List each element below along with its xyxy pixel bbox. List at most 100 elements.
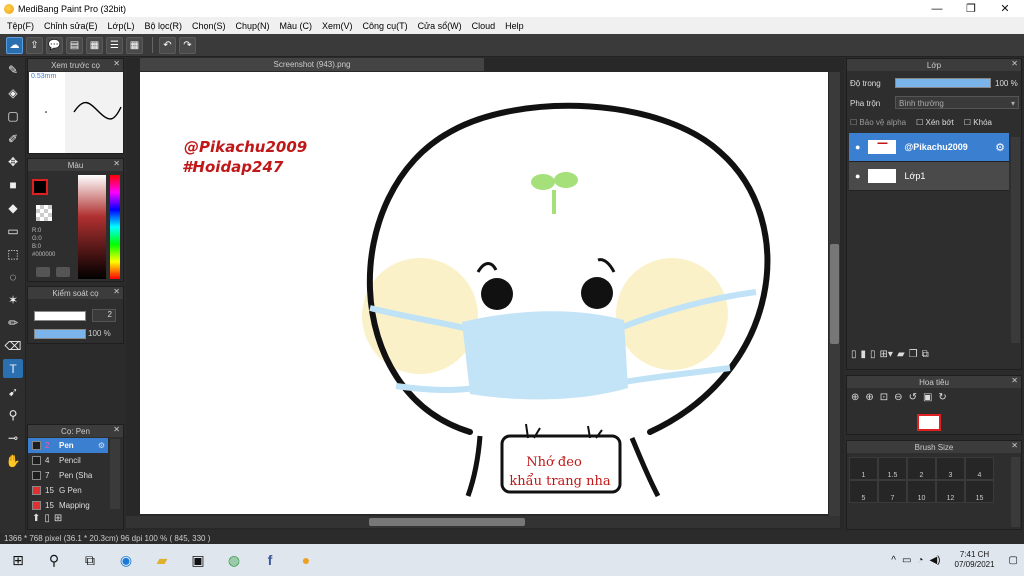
menu-file[interactable]: Tệp(F)	[2, 21, 39, 31]
panel-close-icon[interactable]: ✕	[113, 287, 120, 296]
document-tab[interactable]: Screenshot (943).png	[140, 58, 484, 71]
fill-rect-tool-icon[interactable]: ■	[3, 175, 23, 194]
dropper-icon[interactable]: ⊸	[3, 428, 23, 447]
text-tool-icon[interactable]: T	[3, 359, 23, 378]
select-rect-icon[interactable]: ⬚	[3, 244, 23, 263]
add-layer-menu-icon[interactable]: ⊞▾	[880, 349, 893, 360]
new-8bit-layer-icon[interactable]: ▯	[870, 349, 876, 360]
menu-window[interactable]: Cửa sổ(W)	[413, 21, 467, 31]
network-icon[interactable]: ◔	[917, 555, 923, 566]
zoom-in-icon[interactable]: ⊕	[851, 392, 859, 403]
clipping-checkbox[interactable]: ☐ Xén bớt	[916, 118, 954, 127]
clock[interactable]: 7:41 CH 07/09/2021	[955, 550, 995, 570]
layer-list-scrollbar[interactable]	[1011, 137, 1020, 343]
dot-tool-icon[interactable]: ✐	[3, 129, 23, 148]
canvas-horizontal-scrollbar[interactable]	[126, 516, 840, 528]
secondary-color-swatch[interactable]	[36, 205, 52, 221]
new-halftone-layer-icon[interactable]: ▮	[861, 349, 867, 360]
panel-close-icon[interactable]: ✕	[1011, 59, 1018, 68]
brush-size-cell[interactable]: 1.5	[878, 457, 907, 480]
brush-item[interactable]: 4 Pencil	[28, 453, 108, 468]
layer-item[interactable]: ● ▬▬ @Pikachu2009 ⚙	[849, 133, 1009, 162]
color-swap-button[interactable]	[56, 267, 70, 277]
menu-tools[interactable]: Công cụ(T)	[358, 21, 413, 31]
brush-list-scrollbar[interactable]	[110, 439, 120, 509]
scroll-thumb[interactable]	[369, 518, 525, 526]
panel-close-icon[interactable]: ✕	[113, 59, 120, 68]
hand-tool-icon[interactable]: ✋	[3, 451, 23, 470]
panel-close-icon[interactable]: ✕	[113, 425, 120, 434]
brush-item[interactable]: 7 Pen (Sha	[28, 468, 108, 483]
share-icon[interactable]: ⇪	[26, 36, 43, 54]
comment-icon[interactable]: 💬	[46, 36, 63, 54]
select-eraser-icon[interactable]: ⌫	[3, 336, 23, 355]
layer-opacity-slider[interactable]	[895, 78, 991, 88]
chrome-icon[interactable]: ◍	[216, 544, 252, 576]
menu-layer[interactable]: Lớp(L)	[103, 21, 140, 31]
rotate-right-icon[interactable]: ↻	[938, 392, 946, 403]
message-icon[interactable]: ▤	[66, 36, 83, 54]
move-tool-icon[interactable]: ✥	[3, 152, 23, 171]
brush-size-cell[interactable]: 4	[965, 457, 994, 480]
menu-select[interactable]: Chọn(S)	[187, 21, 231, 31]
brush-size-scrollbar[interactable]	[1011, 457, 1020, 527]
menu-cloud[interactable]: Cloud	[467, 21, 501, 31]
gear-icon[interactable]: ⚙	[98, 441, 105, 450]
lock-checkbox[interactable]: ☐ Khóa	[964, 118, 992, 127]
volume-icon[interactable]: ◀)	[929, 555, 940, 566]
file-explorer-icon[interactable]: ▰	[144, 544, 180, 576]
protect-alpha-checkbox[interactable]: ☐ Bảo vệ alpha	[850, 118, 906, 127]
search-icon[interactable]: ⚲	[36, 544, 72, 576]
color-mode-button[interactable]	[36, 267, 50, 277]
new-layer-icon[interactable]: ▯	[851, 349, 857, 360]
brush-size-cell[interactable]: 10	[907, 480, 936, 503]
undo-icon[interactable]: ↶	[159, 36, 176, 54]
brush-size-value[interactable]: 2	[92, 309, 116, 322]
layer-item[interactable]: ● Lớp1	[849, 162, 1009, 191]
edge-icon[interactable]: ◉	[108, 544, 144, 576]
menu-filter[interactable]: Bộ lọc(R)	[139, 21, 187, 31]
hue-slider[interactable]	[110, 175, 120, 279]
zoom-minus-icon[interactable]: ⊖	[894, 392, 902, 403]
blend-mode-select[interactable]: Bình thường ▾	[895, 96, 1019, 109]
brush-cloud-icon[interactable]: ⬆	[32, 513, 40, 524]
brush-size-cell[interactable]: 1	[849, 457, 878, 480]
chevron-up-icon[interactable]: ^	[891, 555, 896, 566]
brush-item[interactable]: 2 Pen ⚙	[28, 438, 108, 453]
gear-icon[interactable]: ⚙	[995, 141, 1005, 154]
brush-tool-icon[interactable]: ✎	[3, 60, 23, 79]
facebook-icon[interactable]: f	[252, 544, 288, 576]
select-pen-icon[interactable]: ✏	[3, 313, 23, 332]
grid-icon[interactable]: ▦	[126, 36, 143, 54]
shade-picker[interactable]	[78, 175, 106, 279]
menu-color[interactable]: Màu (C)	[275, 21, 318, 31]
bucket-tool-icon[interactable]: ◆	[3, 198, 23, 217]
brush-size-cell[interactable]: 2	[907, 457, 936, 480]
close-button[interactable]: ✕	[988, 0, 1022, 17]
brush-size-cell[interactable]: 15	[965, 480, 994, 503]
list-icon[interactable]: ☰	[106, 36, 123, 54]
medibang-icon[interactable]: ●	[288, 544, 324, 576]
brush-size-slider[interactable]	[34, 311, 86, 321]
notification-icon[interactable]: ▢	[1009, 555, 1018, 566]
merge-layer-icon[interactable]: ⧉	[922, 349, 929, 360]
store-icon[interactable]: ▣	[180, 544, 216, 576]
brush-new-icon[interactable]: ▯	[44, 513, 50, 524]
fit-icon[interactable]: ⊡	[880, 392, 888, 403]
gradient-tool-icon[interactable]: ▭	[3, 221, 23, 240]
folder-icon[interactable]: ▰	[897, 349, 905, 360]
primary-color-swatch[interactable]	[32, 179, 48, 195]
brush-opacity-slider[interactable]	[34, 329, 86, 339]
eraser-tool-icon[interactable]: ◈	[3, 83, 23, 102]
panel-close-icon[interactable]: ✕	[1011, 376, 1018, 385]
eyedropper-icon[interactable]: ⚲	[3, 405, 23, 424]
battery-icon[interactable]: ▭	[902, 555, 911, 566]
zoom-out-icon[interactable]: ⊕	[865, 392, 873, 403]
canvas[interactable]: Nhớ đeo khẩu trang nha @Pikachu2009 #Hoi…	[140, 72, 828, 514]
menu-edit[interactable]: Chỉnh sửa(E)	[39, 21, 103, 31]
brush-item[interactable]: 15 G Pen	[28, 483, 108, 498]
brush-item[interactable]: 15 Mapping	[28, 498, 108, 510]
maximize-button[interactable]: ❐	[954, 0, 988, 17]
panel-close-icon[interactable]: ✕	[1011, 441, 1018, 450]
canvas-vertical-scrollbar[interactable]	[829, 72, 840, 520]
